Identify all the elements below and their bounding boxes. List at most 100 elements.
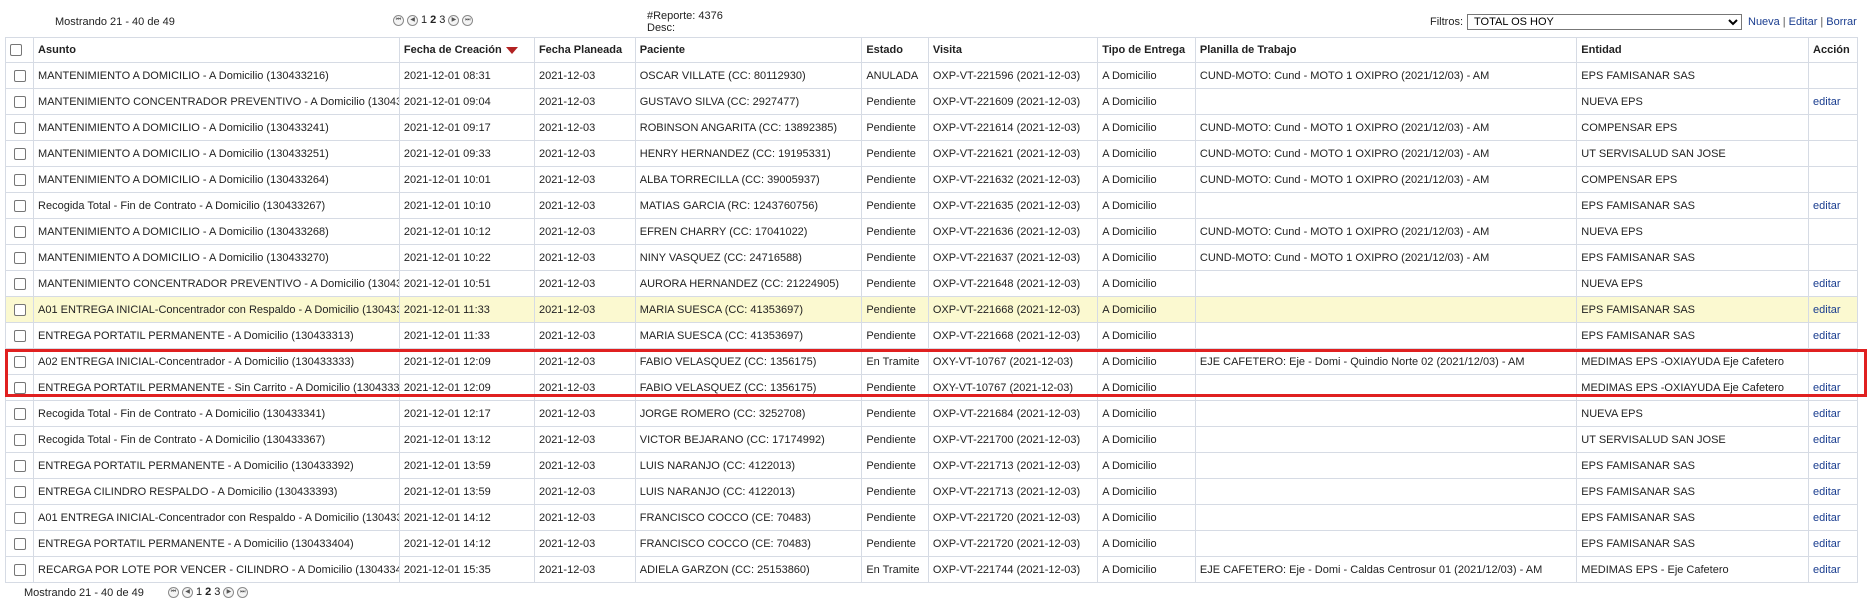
next-page-icon[interactable]: ▶ xyxy=(448,14,460,26)
cell-paciente: LUIS NARANJO (CC: 4122013) xyxy=(634,478,863,505)
last-page-icon[interactable]: ⏭ xyxy=(237,586,249,598)
row-checkbox[interactable] xyxy=(13,303,26,316)
row-checkbox[interactable] xyxy=(13,407,26,420)
cell-asunto: Recogida Total - Fin de Contrato - A Dom… xyxy=(33,192,400,219)
edit-link[interactable]: editar xyxy=(1808,88,1858,115)
table-row[interactable]: ENTREGA PORTATIL PERMANENTE - Sin Carrit… xyxy=(4,374,1858,401)
edit-link[interactable]: editar xyxy=(1808,556,1858,583)
table-row[interactable]: ENTREGA PORTATIL PERMANENTE - A Domicili… xyxy=(4,530,1858,557)
table-row[interactable]: Recogida Total - Fin de Contrato - A Dom… xyxy=(4,400,1858,427)
row-checkbox[interactable] xyxy=(13,251,26,264)
row-checkbox[interactable] xyxy=(13,433,26,446)
cell-estado: Pendiente xyxy=(861,192,929,219)
col-fecha-creacion[interactable]: Fecha de Creación xyxy=(398,37,535,63)
cell-visita: OXP-VT-221636 (2021-12-03) xyxy=(927,218,1099,245)
cell-planilla xyxy=(1194,530,1578,557)
row-checkbox[interactable] xyxy=(13,537,26,550)
cell-planilla: CUND-MOTO: Cund - MOTO 1 OXIPRO (2021/12… xyxy=(1194,140,1578,167)
page-link-1[interactable]: 1 xyxy=(421,14,427,26)
row-checkbox[interactable] xyxy=(13,199,26,212)
cell-asunto: ENTREGA CILINDRO RESPALDO - A Domicilio … xyxy=(33,478,400,505)
table-row[interactable]: MANTENIMIENTO A DOMICILIO - A Domicilio … xyxy=(4,62,1858,89)
edit-link[interactable]: editar xyxy=(1808,504,1858,531)
edit-link xyxy=(1808,114,1858,141)
cell-asunto: A01 ENTREGA INICIAL-Concentrador con Res… xyxy=(33,504,400,531)
cell-visita: OXP-VT-221720 (2021-12-03) xyxy=(927,530,1099,557)
cell-planilla xyxy=(1194,452,1578,479)
table-row[interactable]: MANTENIMIENTO A DOMICILIO - A Domicilio … xyxy=(4,218,1858,245)
table-row[interactable]: Recogida Total - Fin de Contrato - A Dom… xyxy=(4,426,1858,453)
table-row[interactable]: ENTREGA PORTATIL PERMANENTE - A Domicili… xyxy=(4,322,1858,349)
new-filter-link[interactable]: Nueva xyxy=(1748,16,1780,28)
col-tipo-entrega[interactable]: Tipo de Entrega xyxy=(1097,37,1196,63)
edit-filter-link[interactable]: Editar xyxy=(1789,16,1818,28)
table-row[interactable]: MANTENIMIENTO A DOMICILIO - A Domicilio … xyxy=(4,114,1858,141)
edit-link[interactable]: editar xyxy=(1808,530,1858,557)
next-page-icon[interactable]: ▶ xyxy=(223,586,235,598)
edit-link[interactable]: editar xyxy=(1808,452,1858,479)
cell-tipo-entrega: A Domicilio xyxy=(1097,218,1196,245)
select-all-checkbox[interactable] xyxy=(10,44,22,57)
row-checkbox[interactable] xyxy=(13,147,26,160)
row-checkbox[interactable] xyxy=(13,95,26,108)
edit-link[interactable]: editar xyxy=(1808,374,1858,401)
table-row[interactable]: A02 ENTREGA INICIAL-Concentrador - A Dom… xyxy=(4,348,1858,375)
edit-link[interactable]: editar xyxy=(1808,478,1858,505)
filter-select[interactable]: TOTAL OS HOY xyxy=(1467,14,1742,30)
col-asunto[interactable]: Asunto xyxy=(33,37,400,63)
row-checkbox[interactable] xyxy=(13,173,26,186)
table-row[interactable]: Recogida Total - Fin de Contrato - A Dom… xyxy=(4,192,1858,219)
pagination-top: ⏮ ◀ 1 2 3 ▶ ⏭ xyxy=(393,14,474,26)
row-checkbox[interactable] xyxy=(13,225,26,238)
table-row[interactable]: A01 ENTREGA INICIAL-Concentrador con Res… xyxy=(4,504,1858,531)
table-row[interactable]: MANTENIMIENTO CONCENTRADOR PREVENTIVO - … xyxy=(4,88,1858,115)
cell-paciente: HENRY HERNANDEZ (CC: 19195331) xyxy=(634,140,863,167)
row-checkbox[interactable] xyxy=(13,277,26,290)
row-checkbox[interactable] xyxy=(13,121,26,134)
first-page-icon[interactable]: ⏮ xyxy=(168,586,179,598)
row-checkbox[interactable] xyxy=(13,329,26,342)
table-row[interactable]: A01 ENTREGA INICIAL-Concentrador con Res… xyxy=(4,296,1858,323)
row-checkbox[interactable] xyxy=(13,69,26,82)
edit-link[interactable]: editar xyxy=(1808,322,1858,349)
cell-visita: OXP-VT-221744 (2021-12-03) xyxy=(927,556,1099,583)
page-link-3[interactable]: 3 xyxy=(214,586,220,598)
page-link-3[interactable]: 3 xyxy=(439,14,445,26)
row-checkbox[interactable] xyxy=(13,563,26,576)
last-page-icon[interactable]: ⏭ xyxy=(462,14,474,26)
edit-link[interactable]: editar xyxy=(1808,270,1858,297)
row-checkbox[interactable] xyxy=(13,485,26,498)
page-link-1[interactable]: 1 xyxy=(196,586,202,598)
first-page-icon[interactable]: ⏮ xyxy=(393,14,404,26)
edit-link[interactable]: editar xyxy=(1808,192,1858,219)
table-row[interactable]: ENTREGA CILINDRO RESPALDO - A Domicilio … xyxy=(4,478,1858,505)
table-body: MANTENIMIENTO A DOMICILIO - A Domicilio … xyxy=(4,62,1858,583)
cell-paciente: FABIO VELASQUEZ (CC: 1356175) xyxy=(634,348,863,375)
delete-filter-link[interactable]: Borrar xyxy=(1826,16,1857,28)
edit-link[interactable]: editar xyxy=(1808,296,1858,323)
row-checkbox[interactable] xyxy=(13,459,26,472)
prev-page-icon[interactable]: ◀ xyxy=(182,586,193,598)
col-visita[interactable]: Visita xyxy=(927,37,1099,63)
row-checkbox[interactable] xyxy=(13,511,26,524)
row-checkbox[interactable] xyxy=(13,355,26,368)
prev-page-icon[interactable]: ◀ xyxy=(407,14,418,26)
table-row[interactable]: MANTENIMIENTO A DOMICILIO - A Domicilio … xyxy=(4,166,1858,193)
table-row[interactable]: ENTREGA PORTATIL PERMANENTE - A Domicili… xyxy=(4,452,1858,479)
col-paciente[interactable]: Paciente xyxy=(634,37,863,63)
edit-link[interactable]: editar xyxy=(1808,400,1858,427)
col-planilla[interactable]: Planilla de Trabajo xyxy=(1194,37,1578,63)
edit-link[interactable]: editar xyxy=(1808,426,1858,453)
cell-tipo-entrega: A Domicilio xyxy=(1097,530,1196,557)
row-select-cell xyxy=(4,218,35,245)
row-checkbox[interactable] xyxy=(13,381,26,394)
col-fecha-planeada[interactable]: Fecha Planeada xyxy=(533,37,636,63)
table-row[interactable]: RECARGA POR LOTE POR VENCER - CILINDRO -… xyxy=(4,556,1858,583)
table-row[interactable]: MANTENIMIENTO CONCENTRADOR PREVENTIVO - … xyxy=(4,270,1858,297)
col-estado[interactable]: Estado xyxy=(861,37,929,63)
cell-fecha-planeada: 2021-12-03 xyxy=(533,530,636,557)
table-row[interactable]: MANTENIMIENTO A DOMICILIO - A Domicilio … xyxy=(4,140,1858,167)
col-entidad[interactable]: Entidad xyxy=(1576,37,1810,63)
table-row[interactable]: MANTENIMIENTO A DOMICILIO - A Domicilio … xyxy=(4,244,1858,271)
report-number: #Reporte: 4376 xyxy=(647,10,723,22)
